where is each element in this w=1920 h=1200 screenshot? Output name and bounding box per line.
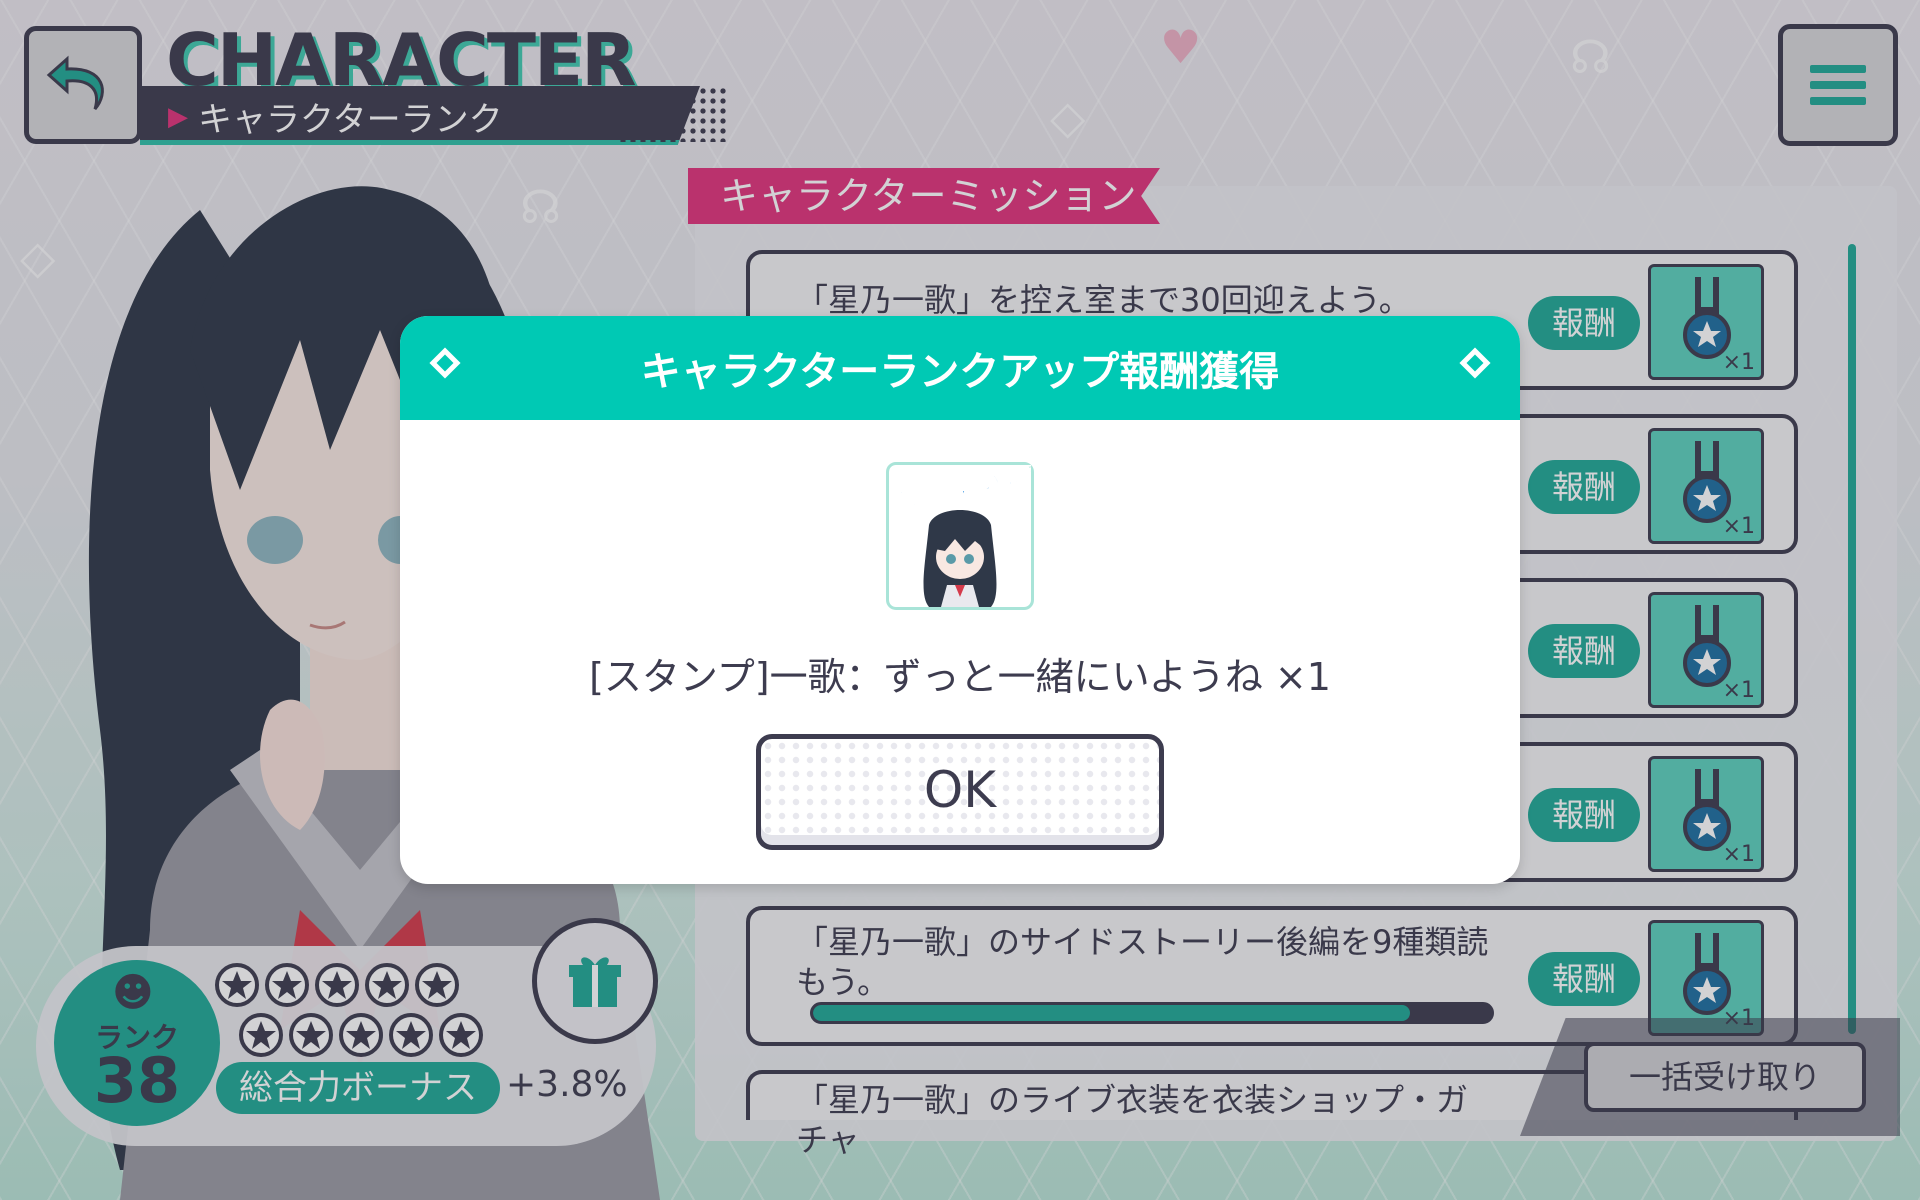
stamp-reward-image: ずっと一緒にいようね: [853, 454, 1064, 610]
reward-dialog: キャラクターランクアップ報酬獲得 ずっと一緒にいようね [スタンプ]一歌：ずっと…: [400, 316, 1520, 884]
ok-button[interactable]: OK: [756, 734, 1164, 850]
dialog-title: キャラクターランクアップ報酬獲得: [400, 316, 1520, 420]
reward-description: [スタンプ]一歌：ずっと一緒にいようね ×1: [589, 655, 1331, 699]
stamp-illustration: ずっと一緒にいようね: [853, 454, 1064, 607]
